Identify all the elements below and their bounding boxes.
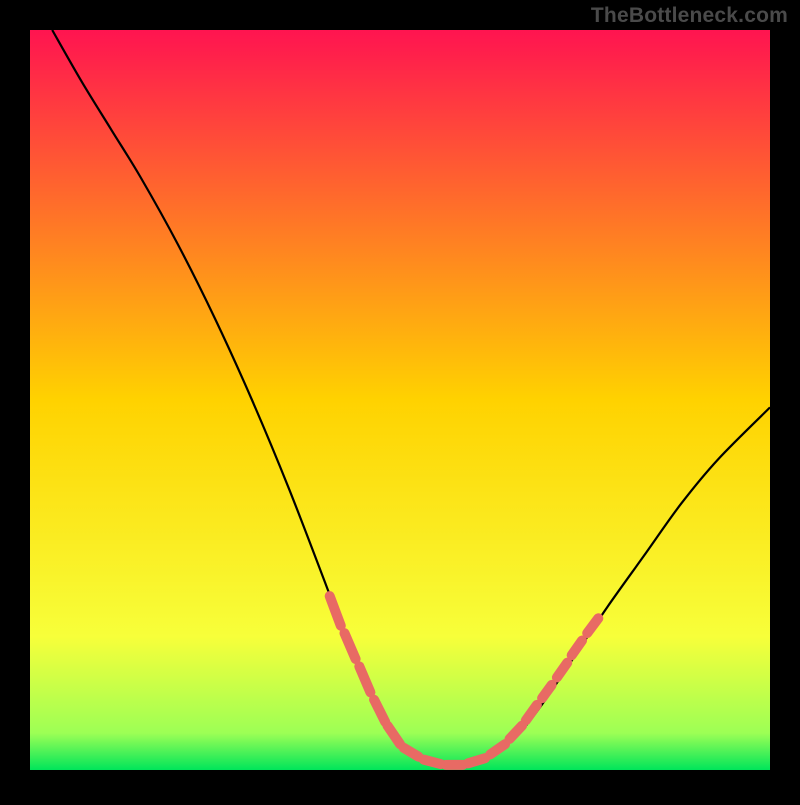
plot-background <box>30 30 770 770</box>
highlight-dash <box>468 758 485 763</box>
chart-svg <box>0 0 800 800</box>
highlight-dash <box>424 760 441 764</box>
chart-frame: TheBottleneck.com <box>0 0 800 800</box>
watermark-text: TheBottleneck.com <box>591 4 788 28</box>
